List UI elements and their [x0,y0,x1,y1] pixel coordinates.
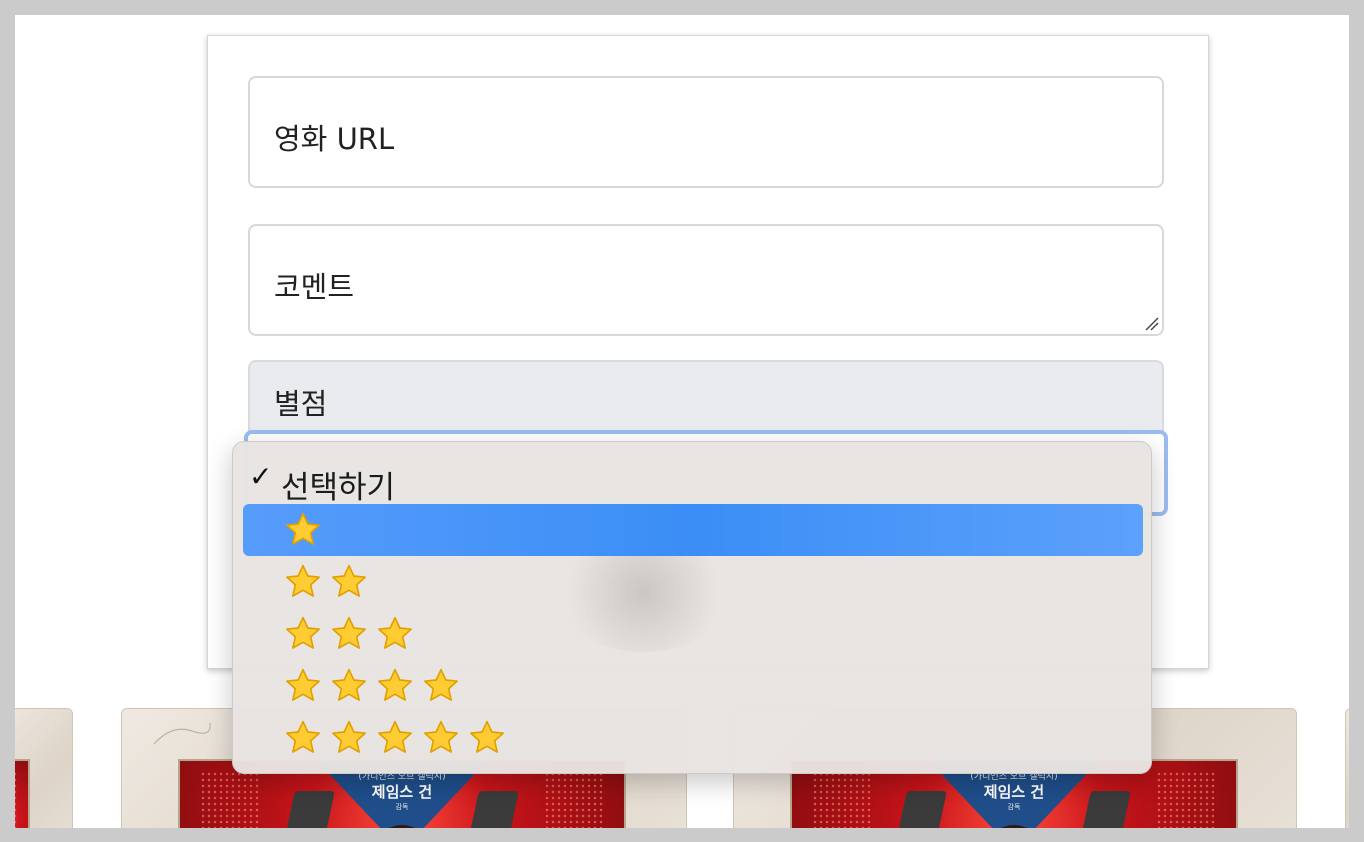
poster-director-name: 제임스 건 [983,783,1045,801]
movie-url-input[interactable]: 영화 URL [248,76,1164,188]
window-bottom-edge [0,828,1364,842]
checkmark-icon: ✓ [249,460,273,493]
movie-card[interactable] [15,708,73,828]
star-icon [378,616,412,649]
star-icon [424,668,458,701]
star-icon [378,668,412,701]
star-group [283,718,513,758]
rating-option-4-stars[interactable] [243,660,1143,712]
star-icon [286,668,320,701]
star-group [283,666,467,706]
rating-dropdown-menu: ✓ 선택하기 [232,441,1152,774]
poster-director-caption: 감독 [395,803,409,811]
star-icon [424,720,458,753]
star-group [283,614,421,654]
rating-option-label: 선택하기 [281,470,396,506]
star-icon [286,616,320,649]
star-icon [332,616,366,649]
movie-poster [15,759,30,828]
star-icon [286,720,320,753]
comment-textarea[interactable]: 코멘트 [248,224,1164,336]
paper-texture-mark [153,722,211,745]
rating-option-3-stars[interactable] [243,608,1143,660]
rating-option-select[interactable]: ✓ 선택하기 [243,452,1143,506]
star-icon [470,720,504,753]
star-group [283,510,329,550]
movie-card[interactable] [1345,708,1349,828]
star-icon [332,564,366,597]
star-icon [332,668,366,701]
movie-url-placeholder: 영화 URL [274,122,395,156]
star-icon [378,720,412,753]
star-icon [332,720,366,753]
rating-option-1-star[interactable] [243,504,1143,556]
rating-option-5-stars[interactable] [243,712,1143,764]
rating-label-box: 별점 [248,360,1164,440]
halftone-pattern [15,771,18,828]
comment-placeholder: 코멘트 [274,270,355,304]
star-icon [286,564,320,597]
resize-grip-icon[interactable] [1145,317,1159,331]
star-icon [286,512,320,545]
poster-director-name: 제임스 건 [371,783,433,801]
rating-option-2-stars[interactable] [243,556,1143,608]
star-group [283,562,375,602]
rating-label: 별점 [274,387,328,421]
poster-director-caption: 감독 [1007,803,1021,811]
